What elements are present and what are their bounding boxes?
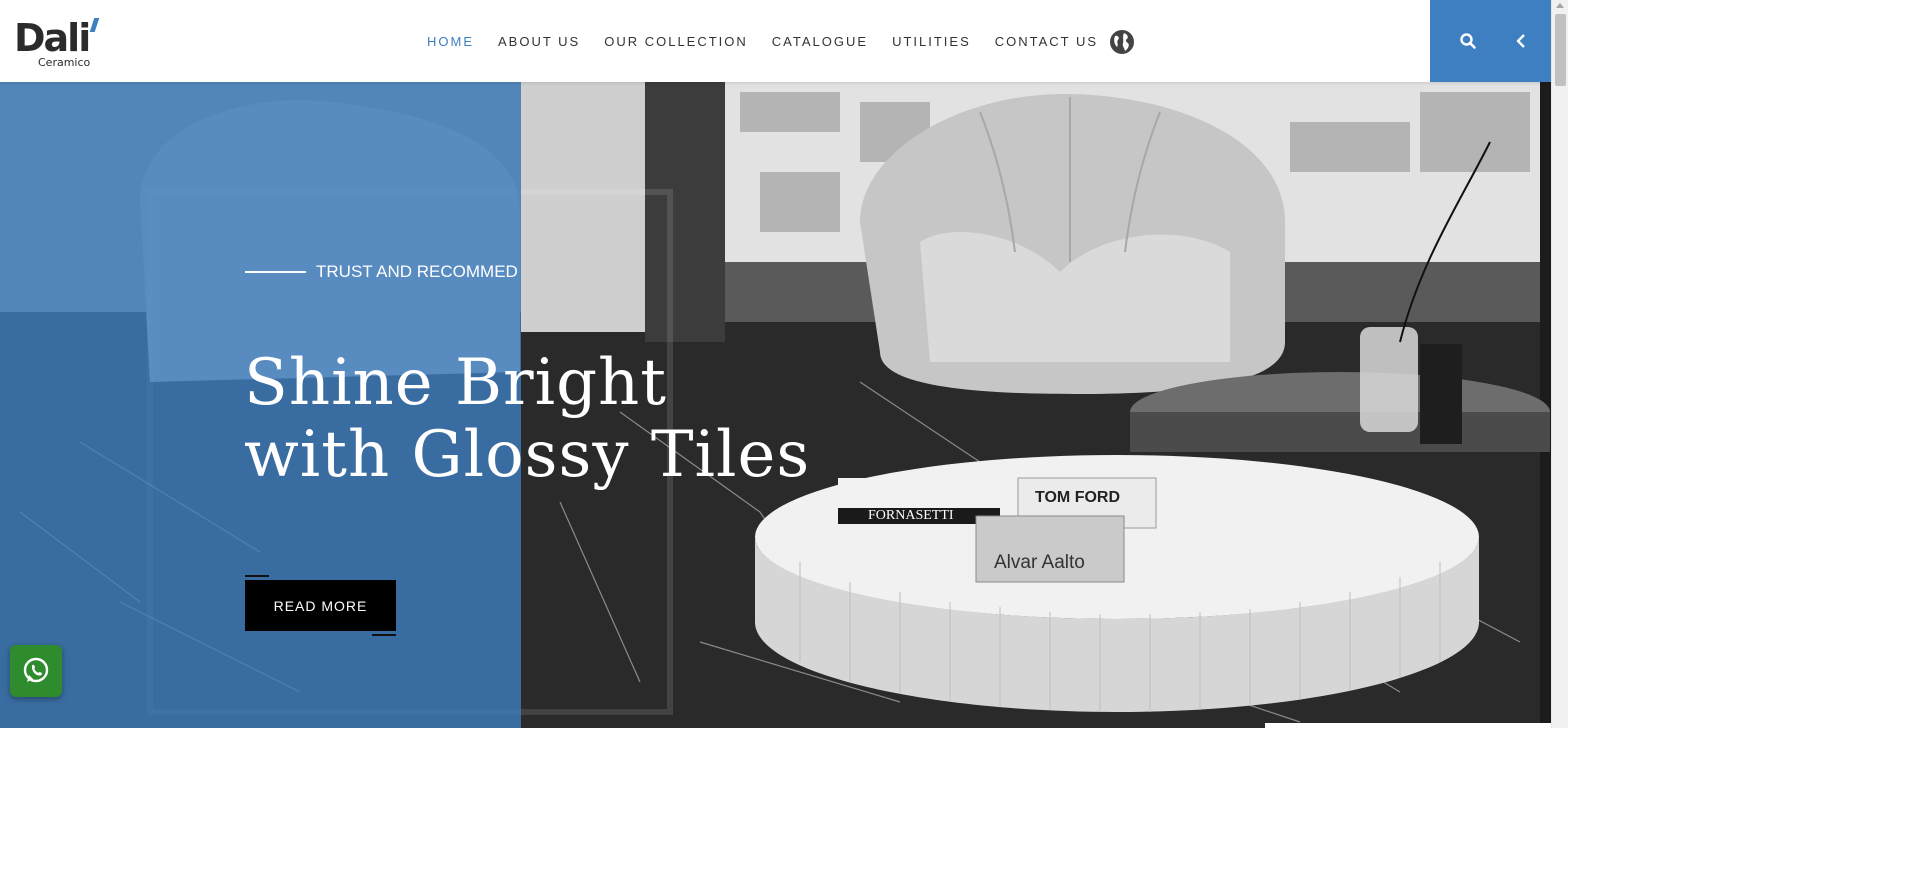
bottom-corner-panel: [1265, 723, 1551, 728]
brand-logo[interactable]: Dali Ceramico: [14, 16, 104, 72]
cta-accent-top: [245, 575, 269, 577]
nav-utilities[interactable]: UTILITIES: [892, 34, 971, 49]
page-scrollbar[interactable]: [1551, 0, 1568, 728]
book-title-tom-ford: TOM FORD: [1035, 489, 1120, 506]
nav-home[interactable]: HOME: [427, 34, 474, 49]
chevron-left-icon[interactable]: [1514, 33, 1528, 49]
search-icon[interactable]: [1459, 32, 1477, 50]
globe-icon[interactable]: [1109, 29, 1135, 55]
brand-subtitle: Ceramico: [38, 56, 91, 69]
logo-accent-mark: [89, 18, 100, 32]
hero-headline: Shine Bright with Glossy Tiles: [244, 347, 810, 491]
main-nav: HOME ABOUT US OUR COLLECTION CATALOGUE U…: [427, 34, 1122, 49]
book-title-alvar-aalto: Alvar Aalto: [994, 552, 1085, 573]
hero-slider: FORNASETTI TOM FORD Alvar Aalto TRUST AN…: [0, 82, 1551, 728]
hero-headline-line-1: Shine Bright: [244, 346, 667, 420]
cta-accent-bottom: [372, 634, 396, 636]
nav-our-collection[interactable]: OUR COLLECTION: [604, 34, 748, 49]
hero-headline-line-2: with Glossy Tiles: [244, 418, 811, 492]
nav-catalogue[interactable]: CATALOGUE: [772, 34, 868, 49]
nav-about-us[interactable]: ABOUT US: [498, 34, 580, 49]
read-more-button[interactable]: READ MORE: [245, 580, 396, 631]
nav-contact-us[interactable]: CONTACT US: [995, 34, 1098, 49]
site-header: Dali Ceramico HOME ABOUT US OUR COLLECTI…: [0, 0, 1551, 82]
scrollbar-thumb[interactable]: [1555, 14, 1566, 86]
hero-eyebrow: TRUST AND RECOMMED: [316, 262, 518, 281]
book-title-fornasetti: FORNASETTI: [868, 508, 954, 523]
scroll-up-arrow-icon[interactable]: [1556, 3, 1564, 8]
whatsapp-button[interactable]: [10, 645, 62, 697]
header-action-panel: [1430, 0, 1551, 82]
brand-name: Dali: [14, 16, 91, 60]
eyebrow-divider: [245, 271, 306, 273]
whatsapp-icon: [23, 657, 49, 683]
